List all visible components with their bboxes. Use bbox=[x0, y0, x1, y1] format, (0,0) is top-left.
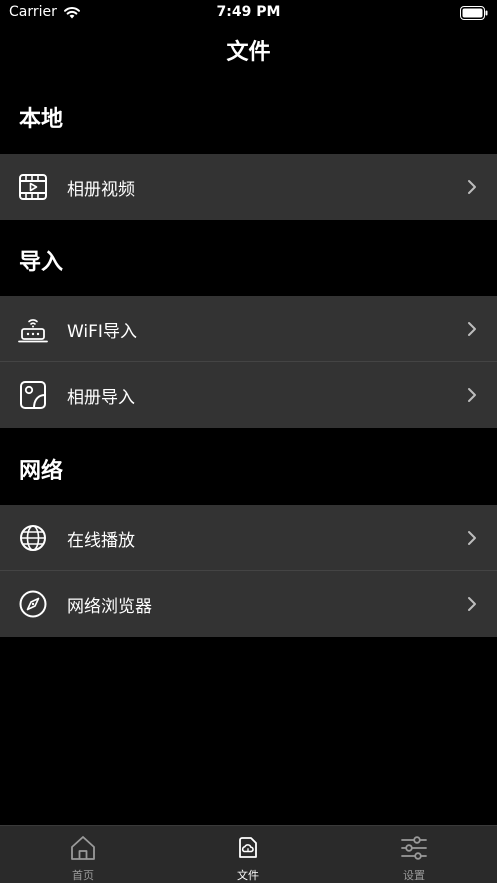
chevron-right-icon bbox=[468, 597, 476, 611]
globe-icon bbox=[20, 525, 46, 551]
tab-label: 设置 bbox=[403, 869, 425, 882]
chevron-right-icon bbox=[468, 388, 476, 402]
chevron-right-icon bbox=[468, 322, 476, 336]
tab-home[interactable]: 首页 bbox=[23, 826, 143, 883]
chevron-right-icon bbox=[468, 180, 476, 194]
row-web-browser[interactable]: 网络浏览器 bbox=[0, 571, 497, 637]
screen: Carrier 7:49 PM 文件 本地 相册视频 导入 WiFI导入 相册导… bbox=[0, 0, 497, 883]
section-header-local: 本地 bbox=[19, 107, 64, 132]
section-header-import: 导入 bbox=[19, 250, 64, 275]
tab-files[interactable]: 文件 bbox=[188, 826, 308, 883]
row-online-play[interactable]: 在线播放 bbox=[0, 505, 497, 571]
wifi-router-icon bbox=[18, 319, 48, 343]
video-film-icon bbox=[19, 174, 47, 200]
photo-album-icon bbox=[20, 381, 46, 409]
section-header-network: 网络 bbox=[19, 459, 64, 484]
row-label: WiFI导入 bbox=[67, 321, 137, 342]
battery-icon bbox=[460, 5, 488, 24]
tab-bar: 首页 文件 设置 bbox=[0, 825, 497, 883]
chevron-right-icon bbox=[468, 531, 476, 545]
tab-label: 文件 bbox=[237, 869, 259, 882]
row-label: 在线播放 bbox=[67, 530, 135, 551]
row-wifi-import[interactable]: WiFI导入 bbox=[0, 296, 497, 362]
row-album-video[interactable]: 相册视频 bbox=[0, 154, 497, 220]
status-bar: Carrier 7:49 PM bbox=[0, 0, 497, 26]
compass-icon bbox=[19, 590, 47, 618]
home-icon bbox=[71, 836, 95, 860]
tab-settings[interactable]: 设置 bbox=[354, 826, 474, 883]
tab-label: 首页 bbox=[72, 869, 94, 882]
row-label: 相册导入 bbox=[67, 387, 135, 408]
row-label: 相册视频 bbox=[67, 179, 135, 200]
clock: 7:49 PM bbox=[216, 4, 281, 20]
row-album-import[interactable]: 相册导入 bbox=[0, 362, 497, 428]
page-title: 文件 bbox=[226, 40, 271, 65]
cloud-file-icon bbox=[239, 837, 257, 858]
row-label: 网络浏览器 bbox=[67, 596, 152, 617]
sliders-icon bbox=[401, 836, 427, 860]
